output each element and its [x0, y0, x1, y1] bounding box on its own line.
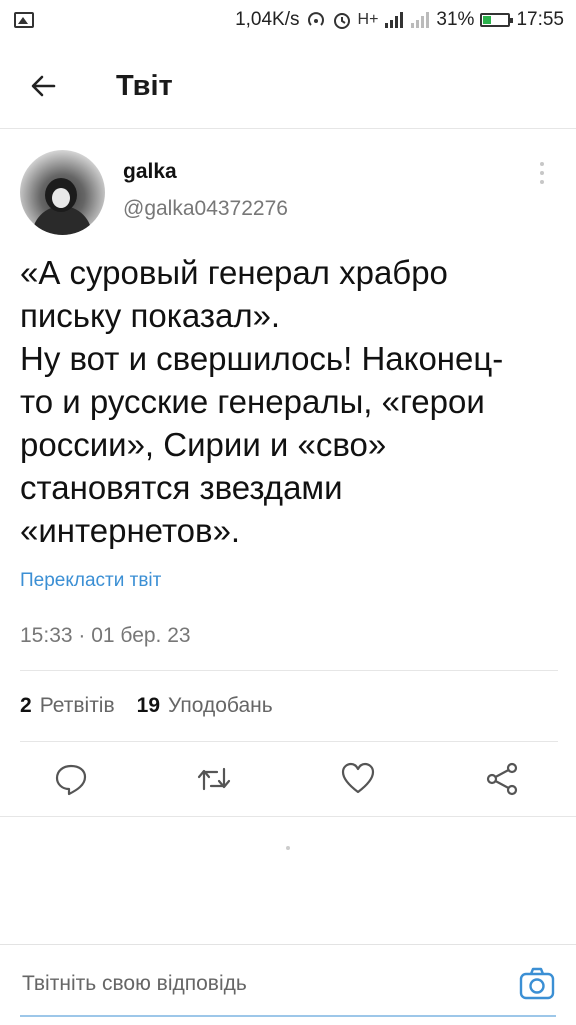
retweets-label: Ретвітів: [39, 694, 115, 717]
tweet-handle[interactable]: @galka04372276: [123, 197, 288, 221]
battery-icon: [480, 13, 514, 27]
status-bar: 1,04K/s H+ 31% 17:55: [0, 0, 576, 40]
network-type-label: H+: [357, 11, 379, 28]
reply-bar: Твітніть свою відповідь: [0, 944, 576, 1025]
tweet-text-line: письку показал».: [20, 297, 281, 334]
tweet-text-line: «А суровый генерал храбро: [20, 254, 448, 291]
app-header: Твіт: [0, 44, 576, 129]
signal-icon: [385, 12, 404, 28]
tweet-text-line: то и русские генералы, «герои: [20, 383, 485, 420]
tweet-actions: [0, 755, 576, 805]
retweets-stat[interactable]: 2 Ретвітів: [20, 694, 115, 718]
share-icon[interactable]: [484, 761, 520, 797]
likes-stat[interactable]: 19 Уподобань: [137, 694, 273, 718]
tweet-text-line: становятся звездами: [20, 469, 343, 506]
tweet-username[interactable]: galka: [123, 160, 177, 184]
alarm-icon: [333, 13, 350, 29]
retweet-icon[interactable]: [196, 761, 232, 797]
reply-input[interactable]: Твітніть свою відповідь: [22, 972, 247, 996]
retweets-count: 2: [20, 694, 32, 717]
camera-icon[interactable]: [518, 965, 556, 1003]
tweet-text-line: россии», Сирии и «сво»: [20, 426, 387, 463]
battery-percent: 31%: [436, 9, 475, 30]
reply-input-underline: [20, 1015, 556, 1017]
gallery-notification-icon: [14, 12, 34, 28]
avatar[interactable]: [20, 150, 105, 235]
divider: [20, 741, 558, 742]
network-speed: 1,04K/s: [235, 9, 300, 30]
signal-weak-icon: [411, 12, 430, 28]
tweet-text: «А суровый генерал храбро письку показал…: [20, 251, 560, 552]
likes-label: Уподобань: [168, 694, 273, 717]
like-icon[interactable]: [340, 761, 376, 797]
clock: 17:55: [516, 9, 564, 30]
page-title: Твіт: [116, 70, 173, 102]
more-options-icon[interactable]: [533, 160, 551, 186]
tweet-stats: 2 Ретвітів 19 Уподобань: [20, 694, 295, 718]
loading-indicator: [286, 846, 290, 850]
reply-icon[interactable]: [53, 761, 89, 797]
tweet-text-line: Ну вот и свершилось! Наконец-: [20, 340, 504, 377]
hotspot-icon: [307, 12, 324, 26]
back-arrow-icon[interactable]: [24, 66, 64, 106]
divider: [0, 816, 576, 817]
divider: [20, 670, 558, 671]
likes-count: 19: [136, 694, 160, 717]
translate-tweet-link[interactable]: Перекласти твіт: [20, 570, 161, 592]
tweet-timestamp: 15:33 · 01 бер. 23: [20, 624, 191, 647]
tweet-text-line: «интернетов».: [20, 512, 241, 549]
